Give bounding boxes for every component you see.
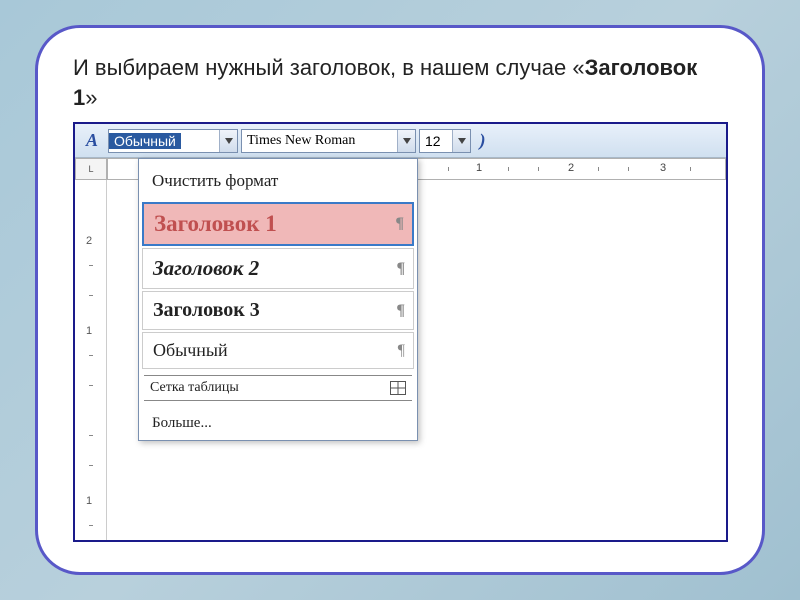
vertical-ruler[interactable]: 2 1 1 [75,180,107,540]
instruction-prefix: И выбираем нужный заголовок, в нашем слу… [73,55,585,80]
dropdown-h1-label: Заголовок 1 [154,211,277,237]
chevron-down-icon [225,138,233,144]
dropdown-h2-label: Заголовок 2 [153,256,259,281]
styles-icon[interactable]: A [79,128,105,154]
dropdown-clear-format[interactable]: Очистить формат [142,162,414,200]
pilcrow-icon: ¶ [398,342,405,360]
table-grid-icon [390,381,406,395]
ruler-corner: L [75,158,107,180]
ruler-tick-1: 1 [476,162,482,174]
pilcrow-icon: ¶ [396,302,405,320]
font-combo[interactable]: Times New Roman [241,129,416,153]
font-combo-arrow[interactable] [397,130,415,152]
ruler-tick-3: 3 [660,162,666,174]
size-combo[interactable]: 12 [419,129,471,153]
dropdown-heading-1[interactable]: Заголовок 1 ¶ [142,202,414,246]
v-ruler-tick: 1 [86,325,92,337]
dropdown-table-grid[interactable]: Сетка таблицы [144,375,412,401]
size-combo-arrow[interactable] [452,130,470,152]
dropdown-heading-3[interactable]: Заголовок 3 ¶ [142,291,414,330]
style-dropdown: Очистить формат Заголовок 1 ¶ Заголовок … [138,158,418,441]
pilcrow-icon: ¶ [395,215,404,233]
instruction-text: И выбираем нужный заголовок, в нашем слу… [73,53,727,112]
v-ruler-tick: 2 [86,235,92,247]
formatting-toolbar: A Обычный Times New Roman 12 [75,124,726,158]
word-screenshot: A Обычный Times New Roman 12 [73,122,728,542]
font-combo-value: Times New Roman [242,133,360,149]
dropdown-more-label: Больше... [152,415,212,432]
pilcrow-icon: ¶ [397,260,405,278]
dropdown-clear-label: Очистить формат [152,171,278,191]
size-combo-value: 12 [420,133,446,149]
style-combo-arrow[interactable] [219,130,237,152]
dropdown-normal-label: Обычный [153,340,228,361]
dropdown-more[interactable]: Больше... [142,407,414,437]
dropdown-h3-label: Заголовок 3 [153,299,260,322]
dropdown-normal[interactable]: Обычный ¶ [142,332,414,369]
chevron-down-icon [403,138,411,144]
v-ruler-tick: 1 [86,495,92,507]
dropdown-heading-2[interactable]: Заголовок 2 ¶ [142,248,414,289]
ruler-tick-2: 2 [568,162,574,174]
cut-icon-partial: ) [474,129,488,153]
slide-card: И выбираем нужный заголовок, в нашем слу… [35,25,765,575]
style-combo[interactable]: Обычный [108,129,238,153]
dropdown-grid-label: Сетка таблицы [150,380,239,396]
style-combo-value: Обычный [109,133,181,149]
instruction-suffix: » [85,85,97,110]
chevron-down-icon [458,138,466,144]
